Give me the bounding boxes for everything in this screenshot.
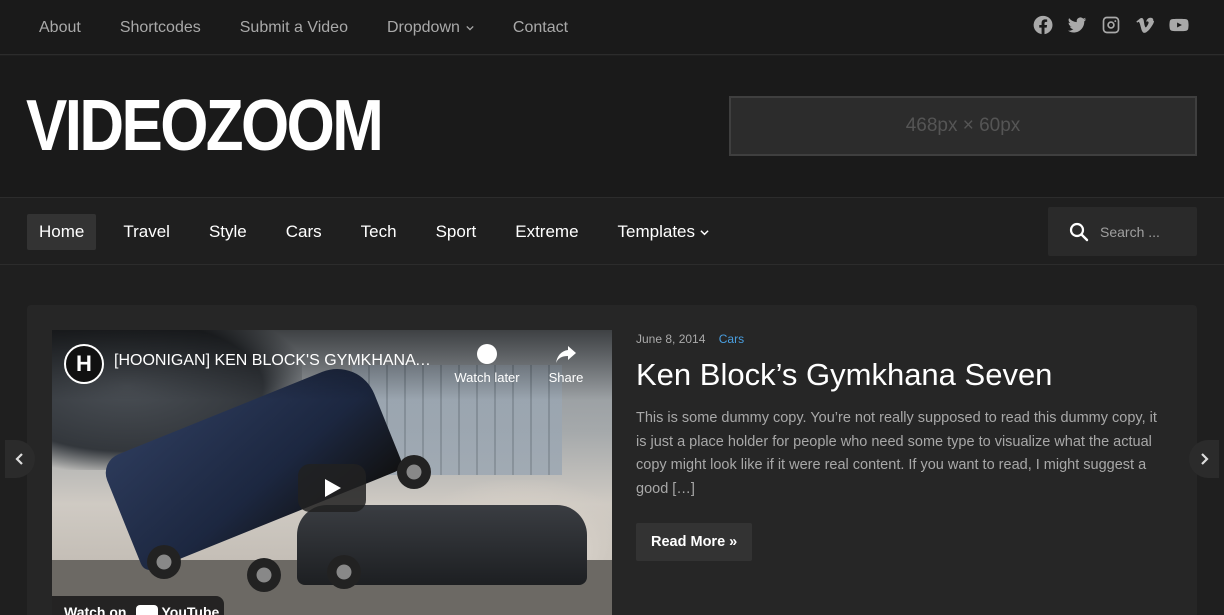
share-button[interactable]: Share — [526, 342, 606, 385]
youtube-logo: YouTube — [136, 604, 219, 615]
chevron-left-icon — [15, 453, 23, 465]
nav-item-cars[interactable]: Cars — [274, 214, 334, 250]
top-nav-dropdown-label: Dropdown — [386, 18, 460, 36]
instagram-icon[interactable] — [1100, 14, 1122, 36]
video-thumbnail-wheel — [327, 555, 361, 589]
nav-item-templates-label: Templates — [617, 222, 696, 241]
video-embed[interactable]: H [HOONIGAN] KEN BLOCK'S GYMKHANA SEVEN … — [52, 330, 612, 615]
slide-post: June 8, 2014 Cars Ken Block’s Gymkhana S… — [636, 332, 1176, 561]
ad-banner-placeholder: 468px × 60px — [729, 96, 1197, 156]
video-title[interactable]: [HOONIGAN] KEN BLOCK'S GYMKHANA SEVEN — [114, 352, 434, 370]
post-date: June 8, 2014 — [636, 332, 706, 346]
featured-slider: H [HOONIGAN] KEN BLOCK'S GYMKHANA SEVEN … — [27, 305, 1197, 615]
slider-next-button[interactable] — [1189, 440, 1219, 478]
chevron-down-icon — [700, 229, 709, 235]
play-icon — [325, 479, 341, 497]
share-label: Share — [548, 370, 584, 385]
video-channel-avatar[interactable]: H — [64, 344, 104, 384]
post-title[interactable]: Ken Block’s Gymkhana Seven — [636, 356, 1176, 394]
search-icon[interactable] — [1069, 222, 1089, 242]
site-logo[interactable]: VIDEOZOOM — [26, 90, 384, 162]
post-excerpt: This is some dummy copy. You’re not real… — [636, 410, 1157, 497]
clock-icon — [477, 344, 497, 364]
watch-later-label: Watch later — [454, 370, 520, 385]
site-header: VIDEOZOOM 468px × 60px — [0, 56, 1224, 198]
top-nav: About Shortcodes Submit a Video Dropdown… — [39, 0, 607, 55]
top-nav-about[interactable]: About — [39, 19, 81, 37]
top-bar: About Shortcodes Submit a Video Dropdown… — [0, 0, 1224, 55]
video-thumbnail-wheel — [147, 545, 181, 579]
nav-item-home[interactable]: Home — [27, 214, 97, 250]
nav-item-tech[interactable]: Tech — [349, 214, 409, 250]
watch-later-button[interactable]: Watch later — [447, 342, 527, 385]
read-more-button[interactable]: Read More » — [636, 523, 753, 561]
top-nav-dropdown[interactable]: Dropdown — [387, 19, 474, 37]
top-nav-contact[interactable]: Contact — [513, 19, 568, 37]
nav-item-extreme[interactable]: Extreme — [503, 214, 590, 250]
search-input[interactable] — [1100, 223, 1190, 240]
twitter-icon[interactable] — [1066, 14, 1088, 36]
main-nav-list: Home Travel Style Cars Tech Sport Extrem… — [27, 214, 736, 250]
facebook-icon[interactable] — [1032, 14, 1054, 36]
watch-on-youtube-button[interactable]: Watch on YouTube — [52, 596, 224, 615]
post-meta: June 8, 2014 Cars — [636, 332, 1176, 346]
share-icon — [556, 346, 576, 363]
top-nav-submit-video[interactable]: Submit a Video — [240, 19, 348, 37]
video-thumbnail-wheel — [247, 558, 281, 592]
social-links — [1020, 14, 1190, 36]
nav-item-style[interactable]: Style — [197, 214, 259, 250]
video-thumbnail-wheel — [397, 455, 431, 489]
chevron-down-icon — [466, 25, 474, 31]
youtube-label: YouTube — [161, 604, 220, 615]
watch-on-label: Watch on — [64, 604, 127, 615]
youtube-icon[interactable] — [1168, 14, 1190, 36]
nav-item-templates[interactable]: Templates — [606, 214, 721, 250]
post-category-link[interactable]: Cars — [719, 332, 744, 346]
video-channel-letter: H — [76, 351, 92, 376]
youtube-icon — [136, 604, 159, 615]
top-nav-shortcodes[interactable]: Shortcodes — [120, 19, 201, 37]
nav-item-travel[interactable]: Travel — [111, 214, 182, 250]
chevron-right-icon — [1201, 453, 1209, 465]
vimeo-icon[interactable] — [1134, 14, 1156, 36]
search-box[interactable] — [1048, 207, 1197, 256]
nav-item-sport[interactable]: Sport — [424, 214, 489, 250]
play-button[interactable] — [298, 464, 366, 512]
main-nav: Home Travel Style Cars Tech Sport Extrem… — [0, 198, 1224, 265]
